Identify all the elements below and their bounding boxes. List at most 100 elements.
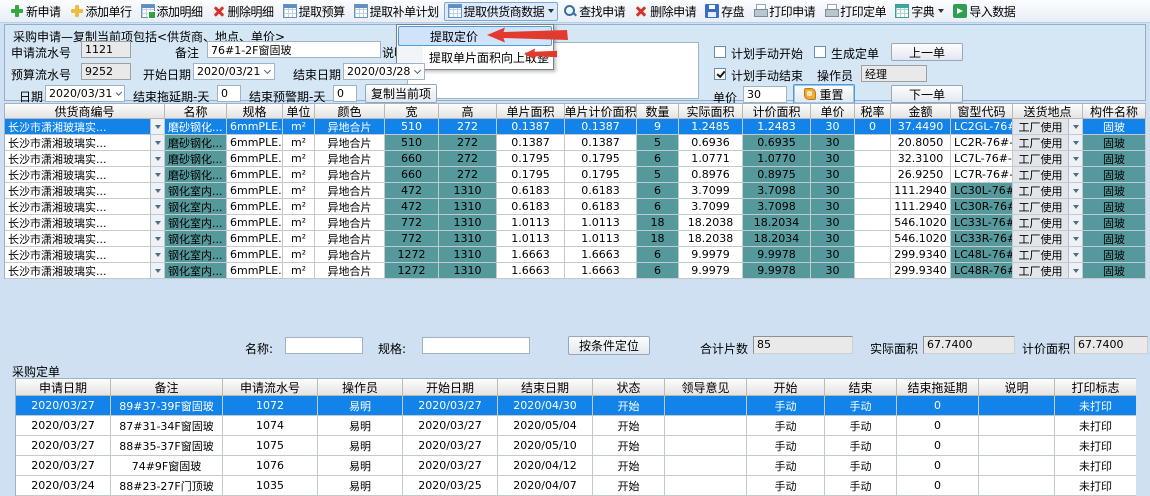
cell[interactable]: 2020/04/07 xyxy=(498,476,593,496)
next-order-button[interactable]: 下一单 xyxy=(891,85,963,103)
cell[interactable]: 固玻 xyxy=(1083,215,1146,231)
cell[interactable]: 0.1387 xyxy=(565,119,637,135)
cell[interactable]: 89#37-39F窗固玻 xyxy=(111,396,223,416)
column-header[interactable]: 送货地点 xyxy=(1013,104,1083,119)
table-row[interactable]: 长沙市潇湘玻璃实...钢化室内...6mmPLE...m²异地合片4721310… xyxy=(5,183,1146,199)
cell[interactable]: m² xyxy=(283,263,315,279)
cell[interactable]: 9.9979 xyxy=(679,247,743,263)
column-header[interactable]: 开始日期 xyxy=(403,379,498,396)
table-row[interactable]: 长沙市潇湘玻璃实...磨砂钢化...6mmPLE...m²异地合片5102720… xyxy=(5,135,1146,151)
column-header[interactable]: 颜色 xyxy=(315,104,385,119)
cell[interactable]: 0.6183 xyxy=(497,199,565,215)
cell[interactable]: 1.6663 xyxy=(497,247,565,263)
column-header[interactable]: 结束拖延期 xyxy=(897,379,979,396)
cell[interactable]: 磨砂钢化... xyxy=(165,151,227,167)
cell[interactable]: 工厂使用 xyxy=(1013,215,1083,231)
cell[interactable] xyxy=(665,476,747,496)
cell[interactable]: 手动 xyxy=(747,436,825,456)
cell[interactable]: 固玻 xyxy=(1083,151,1146,167)
delivery-dropdown-button[interactable] xyxy=(1068,199,1082,214)
cell[interactable]: 272 xyxy=(439,167,497,183)
cell[interactable]: 磨砂钢化... xyxy=(165,167,227,183)
cell[interactable]: 未打印 xyxy=(1055,436,1136,456)
cell[interactable]: 易明 xyxy=(318,416,403,436)
cell[interactable]: m² xyxy=(283,247,315,263)
cell[interactable]: 手动 xyxy=(825,476,897,496)
cell[interactable]: 2020/04/12 xyxy=(498,456,593,476)
cell[interactable]: 18.2038 xyxy=(679,215,743,231)
cell[interactable]: 0 xyxy=(897,436,979,456)
cell[interactable]: 工厂使用 xyxy=(1013,151,1083,167)
cell[interactable]: 0 xyxy=(897,476,979,496)
cell[interactable]: 异地合片 xyxy=(315,119,385,135)
cell[interactable]: 工厂使用 xyxy=(1013,135,1083,151)
cell[interactable]: 660 xyxy=(385,167,439,183)
cell[interactable]: 6mmPLE... xyxy=(227,183,283,199)
cell[interactable]: 1.6663 xyxy=(565,247,637,263)
cell[interactable] xyxy=(855,167,891,183)
cell[interactable]: 87#31-34F窗固玻 xyxy=(111,416,223,436)
cell[interactable]: 2020/03/27 xyxy=(16,436,111,456)
reset-button[interactable]: 重置 xyxy=(793,84,855,104)
cell[interactable]: 5 xyxy=(637,167,679,183)
cell[interactable]: 工厂使用 xyxy=(1013,247,1083,263)
cell[interactable]: 异地合片 xyxy=(315,135,385,151)
cell[interactable]: 固玻 xyxy=(1083,247,1146,263)
cell[interactable]: 1.0113 xyxy=(497,231,565,247)
cell[interactable]: 异地合片 xyxy=(315,199,385,215)
cell[interactable]: 异地合片 xyxy=(315,151,385,167)
cell[interactable]: 6mmPLE... xyxy=(227,231,283,247)
extract-supplement-plan-button[interactable]: 提取补单计划 xyxy=(350,2,443,21)
cell[interactable] xyxy=(665,396,747,416)
cell[interactable]: 2020/05/10 xyxy=(498,436,593,456)
cell[interactable]: 0.1387 xyxy=(497,119,565,135)
cell[interactable]: 固玻 xyxy=(1083,135,1146,151)
cell[interactable]: 0 xyxy=(855,119,891,135)
supplier-dropdown-button[interactable] xyxy=(150,263,164,278)
delivery-dropdown-button[interactable] xyxy=(1068,231,1082,246)
cell[interactable]: 1035 xyxy=(223,476,318,496)
cell[interactable]: 工厂使用 xyxy=(1013,119,1083,135)
cell[interactable]: 9.9978 xyxy=(743,263,811,279)
cell[interactable]: LC2GL-76#... xyxy=(951,119,1013,135)
table-row[interactable]: 2020/03/2488#23-27F门顶玻1035易明2020/03/2520… xyxy=(16,476,1136,496)
cell[interactable]: 9.9979 xyxy=(679,263,743,279)
cell[interactable]: m² xyxy=(283,151,315,167)
table-row[interactable]: 长沙市潇湘玻璃实...钢化室内...6mmPLE...m²异地合片7721310… xyxy=(5,231,1146,247)
column-header[interactable]: 单价 xyxy=(811,104,855,119)
cell[interactable]: 299.9340 xyxy=(891,263,951,279)
cell[interactable]: 1.0113 xyxy=(565,215,637,231)
column-header[interactable]: 数量 xyxy=(637,104,679,119)
column-header[interactable]: 窗型代码 xyxy=(951,104,1013,119)
cell[interactable]: 手动 xyxy=(825,416,897,436)
cell[interactable]: 0.1795 xyxy=(565,151,637,167)
cell[interactable]: 工厂使用 xyxy=(1013,263,1083,279)
cell[interactable]: 长沙市潇湘玻璃实... xyxy=(5,167,165,183)
locate-by-condition-button[interactable]: 按条件定位 xyxy=(568,336,650,355)
end-warning-input[interactable] xyxy=(333,85,357,102)
cell[interactable]: 18 xyxy=(637,215,679,231)
cell[interactable]: 5 xyxy=(637,135,679,151)
column-header[interactable]: 单片计价面积 xyxy=(565,104,637,119)
apply-no-input[interactable] xyxy=(81,41,131,58)
cell[interactable]: 30 xyxy=(811,231,855,247)
cell[interactable]: 1074 xyxy=(223,416,318,436)
cell[interactable] xyxy=(665,456,747,476)
table-row[interactable]: 2020/03/2789#37-39F窗固玻1072易明2020/03/2720… xyxy=(16,396,1136,416)
supplier-dropdown-button[interactable] xyxy=(150,135,164,150)
cell[interactable]: 18.2034 xyxy=(743,215,811,231)
cell[interactable]: 26.9250 xyxy=(891,167,951,183)
cell[interactable]: 易明 xyxy=(318,436,403,456)
column-header[interactable]: 说明 xyxy=(979,379,1055,396)
delivery-dropdown-button[interactable] xyxy=(1068,183,1082,198)
delivery-dropdown-button[interactable] xyxy=(1068,263,1082,278)
cell[interactable]: 510 xyxy=(385,135,439,151)
cell[interactable]: 0.1795 xyxy=(497,151,565,167)
cell[interactable]: 510 xyxy=(385,119,439,135)
add-detail-button[interactable]: 添加明细 xyxy=(137,2,207,21)
cell[interactable]: 1.0113 xyxy=(497,215,565,231)
generate-order-checkbox[interactable] xyxy=(814,46,826,58)
import-data-button[interactable]: 导入数据 xyxy=(949,2,1019,21)
cell[interactable]: 工厂使用 xyxy=(1013,183,1083,199)
delete-application-button[interactable]: 删除申请 xyxy=(630,2,700,21)
